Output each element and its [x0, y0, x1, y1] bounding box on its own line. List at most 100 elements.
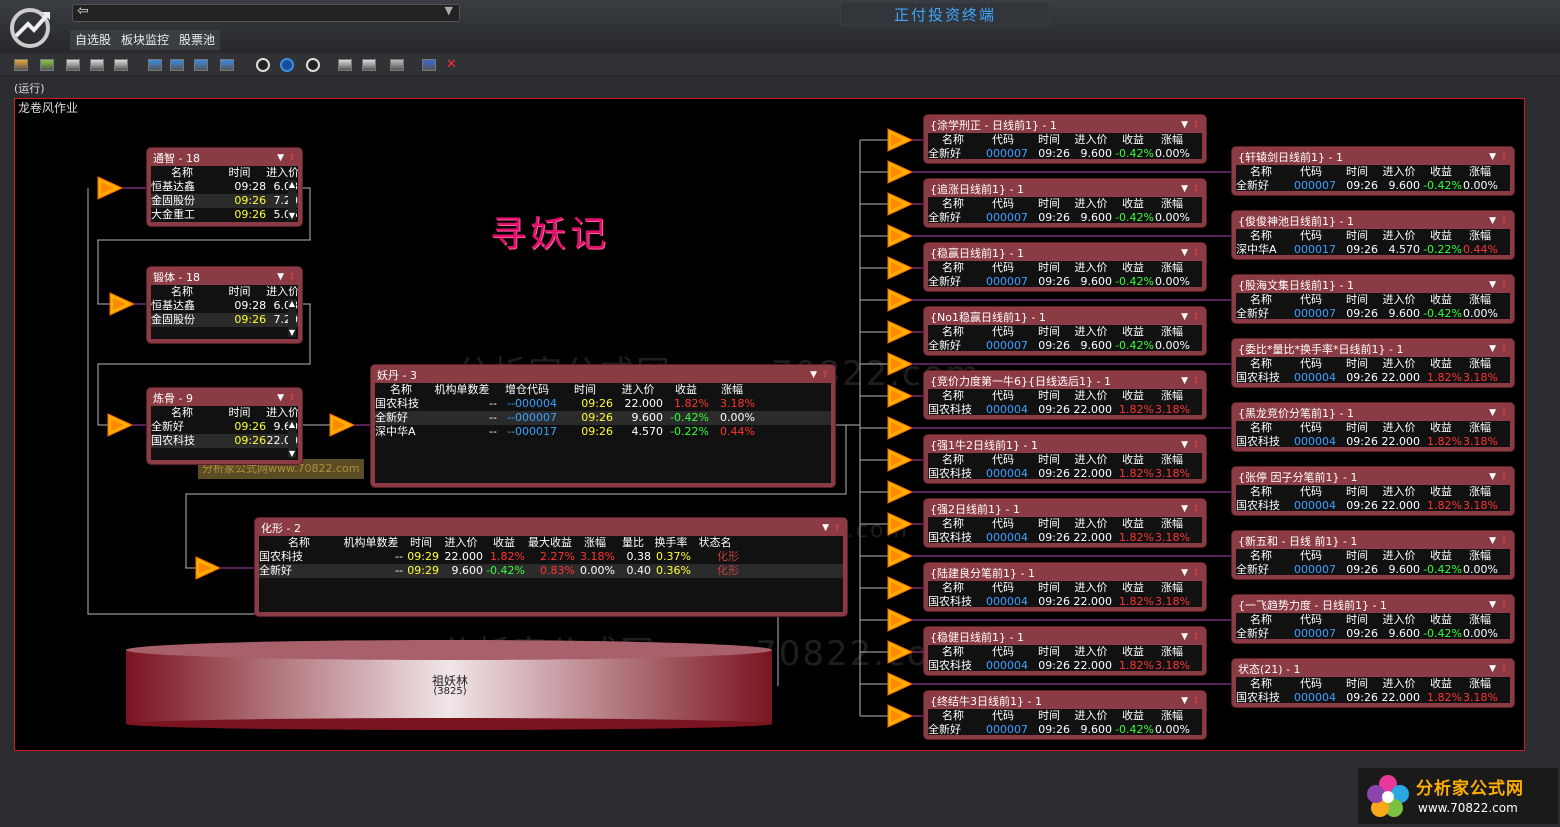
dropdown-menu-icon[interactable]: ▼: [1181, 631, 1188, 644]
flow-triangle-icon[interactable]: [887, 224, 914, 248]
stock-node[interactable]: {轩辕剑日线前1} - 1 ▼ ⇧ 名称 代码 时间 进入价 收益 涨幅 全新好 000007 09:…: [1232, 147, 1514, 195]
stock-node[interactable]: 锻体 - 18 ▼ ⇧ 名称 时间 进入价 恒基达鑫 09:28 6.08 金固股份 09:26 7.…: [147, 267, 302, 343]
dropdown-menu-icon[interactable]: ▼: [1181, 375, 1188, 388]
flow-triangle-icon[interactable]: [887, 256, 914, 280]
flow-triangle-icon[interactable]: [887, 480, 914, 504]
node-header[interactable]: {一飞趋势力度 - 日线前1} - 1 ▼ ⇧: [1236, 599, 1510, 613]
dropdown-menu-icon[interactable]: ▼: [1181, 247, 1188, 260]
table-row[interactable]: 恒基达鑫 09:28 6.08: [151, 180, 298, 194]
table-row[interactable]: 深中华A 000017 09:26 4.570 -0.22% 0.44%: [1236, 243, 1510, 257]
collapse-arrow-icon[interactable]: ⇧: [1192, 695, 1200, 708]
collapse-arrow-icon[interactable]: ⇧: [1192, 311, 1200, 324]
node-header[interactable]: {轩辕剑日线前1} - 1 ▼ ⇧: [1236, 151, 1510, 165]
dropdown-menu-icon[interactable]: ▼: [277, 392, 284, 405]
table-row[interactable]: 全新好 000007 09:26 9.600 -0.42% 0.00%: [928, 211, 1202, 225]
collapse-arrow-icon[interactable]: ⇧: [288, 271, 296, 284]
collapse-arrow-icon[interactable]: ⇧: [288, 152, 296, 165]
table-row[interactable]: 国农科技 000004 09:26 22.000 1.82% 3.18%: [1236, 371, 1510, 385]
node-header[interactable]: 妖丹 - 3 ▼ ⇧: [375, 369, 831, 383]
dropdown-menu-icon[interactable]: ▼: [822, 522, 829, 535]
table-row[interactable]: 国农科技 000004 09:26 22.000 1.82% 3.18%: [928, 659, 1202, 673]
table-row[interactable]: 国农科技 000004 09:26 22.000 1.82% 3.18%: [1236, 691, 1510, 705]
stock-node[interactable]: {一飞趋势力度 - 日线前1} - 1 ▼ ⇧ 名称 代码 时间 进入价 收益 涨幅 全新好 000…: [1232, 595, 1514, 643]
collapse-arrow-icon[interactable]: ⇧: [1192, 567, 1200, 580]
node-header[interactable]: {强1牛2日线前1} - 1 ▼ ⇧: [928, 439, 1202, 453]
collapse-arrow-icon[interactable]: ⇧: [1500, 599, 1508, 612]
flow-triangle-icon[interactable]: [887, 320, 914, 344]
stock-node[interactable]: {强2日线前1} - 1 ▼ ⇧ 名称 代码 时间 进入价 收益 涨幅 国农科技 000004 09:…: [924, 499, 1206, 547]
collapse-arrow-icon[interactable]: ⇧: [1192, 631, 1200, 644]
table-row[interactable]: 金固股份 09:26 7.20: [151, 194, 298, 208]
flow-triangle-icon[interactable]: [109, 292, 136, 316]
flow-triangle-icon[interactable]: [887, 128, 914, 152]
node-header[interactable]: {张停 因子分笔前1} - 1 ▼ ⇧: [1236, 471, 1510, 485]
node-header[interactable]: 通智 - 18 ▼ ⇧: [151, 152, 298, 166]
flow-triangle-icon[interactable]: [887, 192, 914, 216]
flow-triangle-icon[interactable]: [887, 448, 914, 472]
table-row[interactable]: 全新好 000007 09:26 9.600 -0.42% 0.00%: [928, 275, 1202, 289]
dropdown-menu-icon[interactable]: ▼: [1489, 279, 1496, 292]
dropdown-menu-icon[interactable]: ▼: [277, 271, 284, 284]
flow-triangle-icon[interactable]: [887, 352, 914, 376]
stock-node[interactable]: {黑龙竞价分笔前1} - 1 ▼ ⇧ 名称 代码 时间 进入价 收益 涨幅 国农科技 000004 0…: [1232, 403, 1514, 451]
table-row[interactable]: 全新好 -- --000007 09:26 9.600 -0.42% 0.00%: [375, 411, 831, 425]
flow-triangle-icon[interactable]: [887, 544, 914, 568]
table-row[interactable]: 国农科技 000004 09:26 22.000 1.82% 3.18%: [928, 595, 1202, 609]
node-header[interactable]: {追涨日线前1} - 1 ▼ ⇧: [928, 183, 1202, 197]
dropdown-menu-icon[interactable]: ▼: [1489, 471, 1496, 484]
flow-triangle-icon[interactable]: [887, 672, 914, 696]
dropdown-menu-icon[interactable]: ▼: [1489, 215, 1496, 228]
dropdown-menu-icon[interactable]: ▼: [1489, 663, 1496, 676]
stock-node[interactable]: 状态(21) - 1 ▼ ⇧ 名称 代码 时间 进入价 收益 涨幅 国农科技 000004 09:26…: [1232, 659, 1514, 707]
stock-node[interactable]: 炼骨 - 9 ▼ ⇧ 名称 时间 进入价 全新好 09:26 9.60 国农科技 09:26 22.0…: [147, 388, 302, 464]
node-header[interactable]: {俊俊神池日线前1} - 1 ▼ ⇧: [1236, 215, 1510, 229]
scrollbar[interactable]: ▲ ▼: [288, 299, 296, 337]
collapse-arrow-icon[interactable]: ⇧: [1500, 215, 1508, 228]
stock-node[interactable]: {陆建良分笔前1} - 1 ▼ ⇧ 名称 代码 时间 进入价 收益 涨幅 国农科技 000004 09…: [924, 563, 1206, 611]
node-header[interactable]: {强2日线前1} - 1 ▼ ⇧: [928, 503, 1202, 517]
table-row[interactable]: 全新好 000007 09:26 9.600 -0.42% 0.00%: [928, 723, 1202, 737]
node-header[interactable]: {涂学刑正 - 日线前1} - 1 ▼ ⇧: [928, 119, 1202, 133]
collapse-arrow-icon[interactable]: ⇧: [1192, 439, 1200, 452]
flow-triangle-icon[interactable]: [887, 512, 914, 536]
node-header[interactable]: 化形 - 2 ▼ ⇧: [259, 522, 843, 536]
stock-node[interactable]: {终结牛3日线前1} - 1 ▼ ⇧ 名称 代码 时间 进入价 收益 涨幅 全新好 000007 09…: [924, 691, 1206, 739]
table-row[interactable]: 国农科技 000004 09:26 22.000 1.82% 3.18%: [1236, 435, 1510, 449]
node-header[interactable]: {稳赢日线前1} - 1 ▼ ⇧: [928, 247, 1202, 261]
node-header[interactable]: 状态(21) - 1 ▼ ⇧: [1236, 663, 1510, 677]
scroll-down-icon[interactable]: ▼: [288, 211, 296, 220]
stock-node[interactable]: {强1牛2日线前1} - 1 ▼ ⇧ 名称 代码 时间 进入价 收益 涨幅 国农科技 000004 0…: [924, 435, 1206, 483]
scrollbar[interactable]: ▲ ▼: [288, 420, 296, 458]
dropdown-menu-icon[interactable]: ▼: [1489, 599, 1496, 612]
table-row[interactable]: 深中华A -- --000017 09:26 4.570 -0.22% 0.44%: [375, 425, 831, 439]
table-row[interactable]: 国农科技 -- 09:29 22.000 1.82% 2.27% 3.18% 0.38 0.37…: [259, 550, 843, 564]
flow-triangle-icon[interactable]: [887, 384, 914, 408]
flow-triangle-icon[interactable]: [887, 640, 914, 664]
scroll-down-icon[interactable]: ▼: [288, 449, 296, 458]
scroll-down-icon[interactable]: ▼: [288, 328, 296, 337]
table-row[interactable]: 国农科技 000004 09:26 22.000 1.82% 3.18%: [928, 467, 1202, 481]
flow-triangle-icon[interactable]: [195, 556, 222, 580]
dropdown-menu-icon[interactable]: ▼: [1181, 503, 1188, 516]
collapse-arrow-icon[interactable]: ⇧: [1192, 503, 1200, 516]
table-row[interactable]: 全新好 09:26 9.60: [151, 420, 298, 434]
collapse-arrow-icon[interactable]: ⇧: [833, 522, 841, 535]
stock-node[interactable]: {追涨日线前1} - 1 ▼ ⇧ 名称 代码 时间 进入价 收益 涨幅 全新好 000007 09:2…: [924, 179, 1206, 227]
table-row[interactable]: 国农科技 09:26 22.00: [151, 434, 298, 448]
stock-node[interactable]: {稳健日线前1} - 1 ▼ ⇧ 名称 代码 时间 进入价 收益 涨幅 国农科技 000004 09:…: [924, 627, 1206, 675]
flow-triangle-icon[interactable]: [97, 176, 124, 200]
dropdown-menu-icon[interactable]: ▼: [1181, 695, 1188, 708]
collapse-arrow-icon[interactable]: ⇧: [1192, 375, 1200, 388]
node-header[interactable]: {黑龙竞价分笔前1} - 1 ▼ ⇧: [1236, 407, 1510, 421]
flow-triangle-icon[interactable]: [107, 413, 134, 437]
flow-triangle-icon[interactable]: [887, 160, 914, 184]
node-header[interactable]: {新五和 - 日线 前1} - 1 ▼ ⇧: [1236, 535, 1510, 549]
stock-node[interactable]: {No1稳赢日线前1} - 1 ▼ ⇧ 名称 代码 时间 进入价 收益 涨幅 全新好 000007 0…: [924, 307, 1206, 355]
dropdown-menu-icon[interactable]: ▼: [1181, 311, 1188, 324]
flow-triangle-icon[interactable]: [887, 576, 914, 600]
collapse-arrow-icon[interactable]: ⇧: [1500, 663, 1508, 676]
flow-triangle-icon[interactable]: [887, 416, 914, 440]
node-header[interactable]: {终结牛3日线前1} - 1 ▼ ⇧: [928, 695, 1202, 709]
dropdown-menu-icon[interactable]: ▼: [1489, 535, 1496, 548]
table-row[interactable]: 全新好 000007 09:26 9.600 -0.42% 0.00%: [1236, 627, 1510, 641]
